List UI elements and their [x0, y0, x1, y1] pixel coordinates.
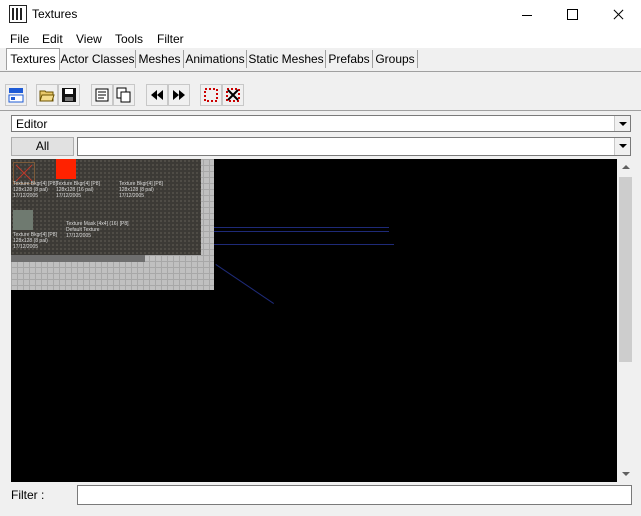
title-bar: Textures	[0, 0, 641, 30]
tab-panel-border	[0, 71, 641, 72]
menu-edit[interactable]: Edit	[42, 32, 63, 46]
copy-icon[interactable]	[113, 84, 135, 106]
chevron-down-icon[interactable]	[614, 138, 630, 155]
filter-input[interactable]	[77, 485, 632, 505]
unreal-editor-icon[interactable]	[9, 5, 27, 23]
previous-icon[interactable]	[146, 84, 168, 106]
window-title: Textures	[32, 7, 78, 21]
tab-actor-classes[interactable]: Actor Classes	[60, 50, 136, 68]
render-artifact	[214, 227, 389, 228]
vertical-scrollbar[interactable]	[617, 159, 634, 482]
scroll-up-icon[interactable]	[617, 159, 634, 176]
next-icon[interactable]	[168, 84, 190, 106]
texture-date: 17/12/2005	[13, 244, 39, 250]
filter-label: Filter :	[11, 488, 45, 502]
minimize-button[interactable]	[504, 0, 550, 30]
maximize-button[interactable]	[549, 0, 595, 30]
open-folder-icon[interactable]	[36, 84, 58, 106]
browser-tabs: Textures Actor Classes Meshes Animations…	[0, 48, 641, 72]
close-button[interactable]	[595, 0, 641, 30]
package-combo[interactable]: Editor	[11, 115, 631, 132]
group-combo[interactable]	[77, 137, 631, 156]
tab-static-meshes[interactable]: Static Meshes	[247, 50, 326, 68]
texture-date: 17/12/2005	[66, 233, 92, 239]
clear-frame-icon[interactable]	[222, 84, 244, 106]
texture-thumbnail[interactable]	[13, 210, 33, 230]
toolbar-separator	[0, 110, 641, 111]
menu-filter[interactable]: Filter	[157, 32, 184, 46]
render-artifact	[214, 231, 389, 232]
dock-icon[interactable]	[5, 84, 27, 106]
thumbnail-strip	[11, 255, 145, 262]
tab-animations[interactable]: Animations	[184, 50, 247, 68]
chevron-down-icon[interactable]	[614, 116, 630, 131]
select-frame-icon[interactable]	[200, 84, 222, 106]
texture-viewport[interactable]: Texture Bkgr[4] [P8] 128x128 (8 pal) 17/…	[11, 159, 617, 482]
render-artifact	[215, 264, 275, 304]
scrollbar-thumb[interactable]	[619, 177, 632, 362]
menu-tools[interactable]: Tools	[115, 32, 143, 46]
save-icon[interactable]	[58, 84, 80, 106]
menu-bar: File Edit View Tools Filter	[0, 30, 641, 48]
tab-meshes[interactable]: Meshes	[136, 50, 184, 68]
texture-thumbnail[interactable]	[56, 159, 76, 179]
tab-textures[interactable]: Textures	[6, 48, 60, 70]
menu-file[interactable]: File	[10, 32, 29, 46]
render-artifact	[214, 244, 394, 245]
tab-prefabs[interactable]: Prefabs	[326, 50, 373, 68]
all-button[interactable]: All	[11, 137, 74, 156]
package-combo-value: Editor	[16, 117, 48, 131]
tab-groups[interactable]: Groups	[373, 50, 418, 68]
texture-date: 17/12/2005	[56, 193, 82, 199]
menu-view[interactable]: View	[76, 32, 102, 46]
scroll-down-icon[interactable]	[617, 465, 634, 482]
texture-date: 17/12/2005	[13, 193, 39, 199]
properties-icon[interactable]	[91, 84, 113, 106]
texture-date: 17/12/2005	[119, 193, 145, 199]
